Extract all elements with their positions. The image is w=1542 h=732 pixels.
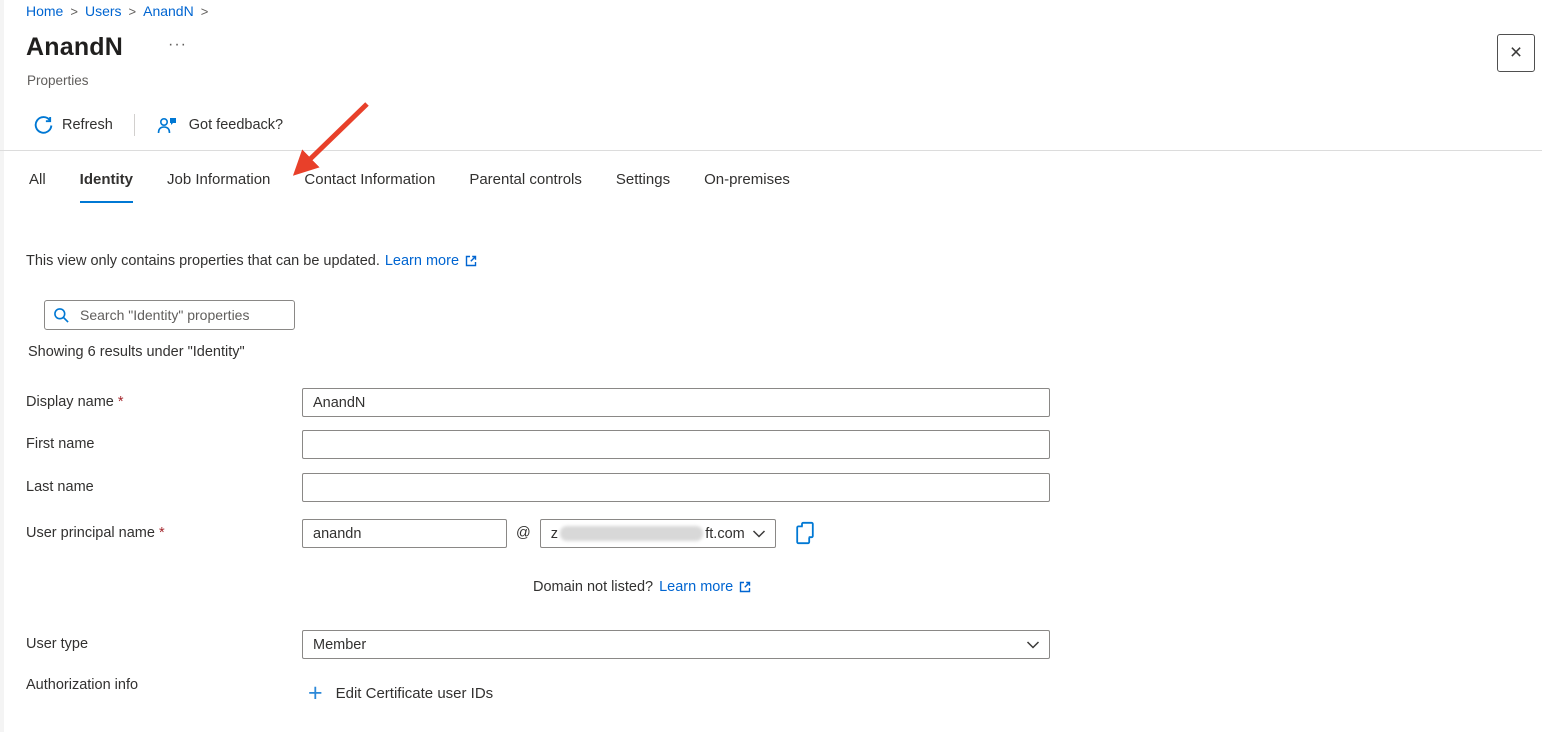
page-subtitle: Properties <box>27 73 89 88</box>
copy-icon <box>794 521 816 545</box>
refresh-button[interactable]: Refresh <box>34 116 113 135</box>
info-learn-more-link[interactable]: Learn more <box>385 253 478 269</box>
command-bar: Refresh Got feedback? <box>34 109 283 141</box>
upn-label: User principal name* <box>26 519 302 548</box>
refresh-icon <box>34 116 53 135</box>
last-name-input[interactable] <box>302 473 1050 502</box>
tab-all[interactable]: All <box>29 171 46 203</box>
search-input[interactable] <box>80 307 286 323</box>
upn-row: User principal name* @ z ft.com <box>26 519 816 548</box>
user-type-row: User type Member <box>26 630 1050 659</box>
tab-contact-information[interactable]: Contact Information <box>304 171 435 203</box>
external-link-icon <box>464 254 478 268</box>
feedback-label: Got feedback? <box>189 117 283 133</box>
tab-parental-controls[interactable]: Parental controls <box>469 171 582 203</box>
more-options-icon[interactable]: ··· <box>168 36 187 54</box>
upn-input[interactable] <box>302 519 507 548</box>
breadcrumb-anandn[interactable]: AnandN <box>143 3 194 19</box>
left-edge-strip <box>0 0 4 732</box>
edit-certificate-user-ids-label: Edit Certificate user IDs <box>336 685 494 702</box>
chevron-down-icon <box>1026 640 1040 649</box>
breadcrumb-home[interactable]: Home <box>26 3 63 19</box>
chevron-down-icon <box>752 529 766 538</box>
required-asterisk: * <box>118 394 124 410</box>
tab-identity[interactable]: Identity <box>80 171 133 203</box>
tab-on-premises[interactable]: On-premises <box>704 171 790 203</box>
copy-button[interactable] <box>794 521 816 548</box>
search-box[interactable] <box>44 300 295 330</box>
first-name-row: First name <box>26 430 1050 459</box>
results-count: Showing 6 results under "Identity" <box>28 344 245 360</box>
edit-certificate-user-ids-button[interactable]: + Edit Certificate user IDs <box>308 683 493 703</box>
first-name-input[interactable] <box>302 430 1050 459</box>
domain-note-text: Domain not listed? <box>533 579 653 595</box>
info-text: This view only contains properties that … <box>26 253 380 269</box>
close-icon: × <box>1510 41 1522 65</box>
redacted-domain-segment <box>560 526 703 541</box>
at-sign: @ <box>516 519 531 548</box>
close-button[interactable]: × <box>1497 34 1535 72</box>
property-tabs: All Identity Job Information Contact Inf… <box>29 171 790 203</box>
user-type-value: Member <box>313 637 366 653</box>
toolbar-divider <box>134 114 135 136</box>
info-message: This view only contains properties that … <box>26 253 478 269</box>
refresh-label: Refresh <box>62 117 113 133</box>
domain-prefix: z <box>551 526 558 542</box>
display-name-label: Display name* <box>26 388 302 417</box>
plus-icon: + <box>308 683 323 703</box>
breadcrumb-separator-icon: > <box>70 4 78 19</box>
breadcrumb-separator-icon: > <box>129 4 137 19</box>
user-type-label: User type <box>26 630 302 659</box>
first-name-label: First name <box>26 430 302 459</box>
label-text: User principal name <box>26 525 155 541</box>
properties-page: Home > Users > AnandN > AnandN ··· Prope… <box>0 0 1542 732</box>
tab-settings[interactable]: Settings <box>616 171 670 203</box>
learn-more-label: Learn more <box>659 579 733 595</box>
domain-note: Domain not listed? Learn more <box>533 579 752 595</box>
display-name-row: Display name* <box>26 388 1050 417</box>
label-text: Display name <box>26 394 114 410</box>
domain-learn-more-link[interactable]: Learn more <box>659 579 752 595</box>
domain-suffix: ft.com <box>705 526 744 542</box>
learn-more-label: Learn more <box>385 253 459 269</box>
domain-dropdown[interactable]: z ft.com <box>540 519 776 548</box>
search-icon <box>53 307 70 324</box>
authorization-label: Authorization info <box>26 675 302 695</box>
external-link-icon <box>738 580 752 594</box>
breadcrumb-users[interactable]: Users <box>85 3 122 19</box>
toolbar-separator <box>0 150 1542 151</box>
last-name-label: Last name <box>26 473 302 502</box>
breadcrumb-separator-icon: > <box>201 4 209 19</box>
feedback-person-icon <box>156 115 180 135</box>
page-title: AnandN <box>26 33 123 62</box>
authorization-row: Authorization info <box>26 675 302 695</box>
feedback-button[interactable]: Got feedback? <box>156 115 283 135</box>
breadcrumb: Home > Users > AnandN > <box>26 3 208 19</box>
last-name-row: Last name <box>26 473 1050 502</box>
display-name-input[interactable] <box>302 388 1050 417</box>
user-type-dropdown[interactable]: Member <box>302 630 1050 659</box>
tab-job-information[interactable]: Job Information <box>167 171 270 203</box>
required-asterisk: * <box>159 525 165 541</box>
